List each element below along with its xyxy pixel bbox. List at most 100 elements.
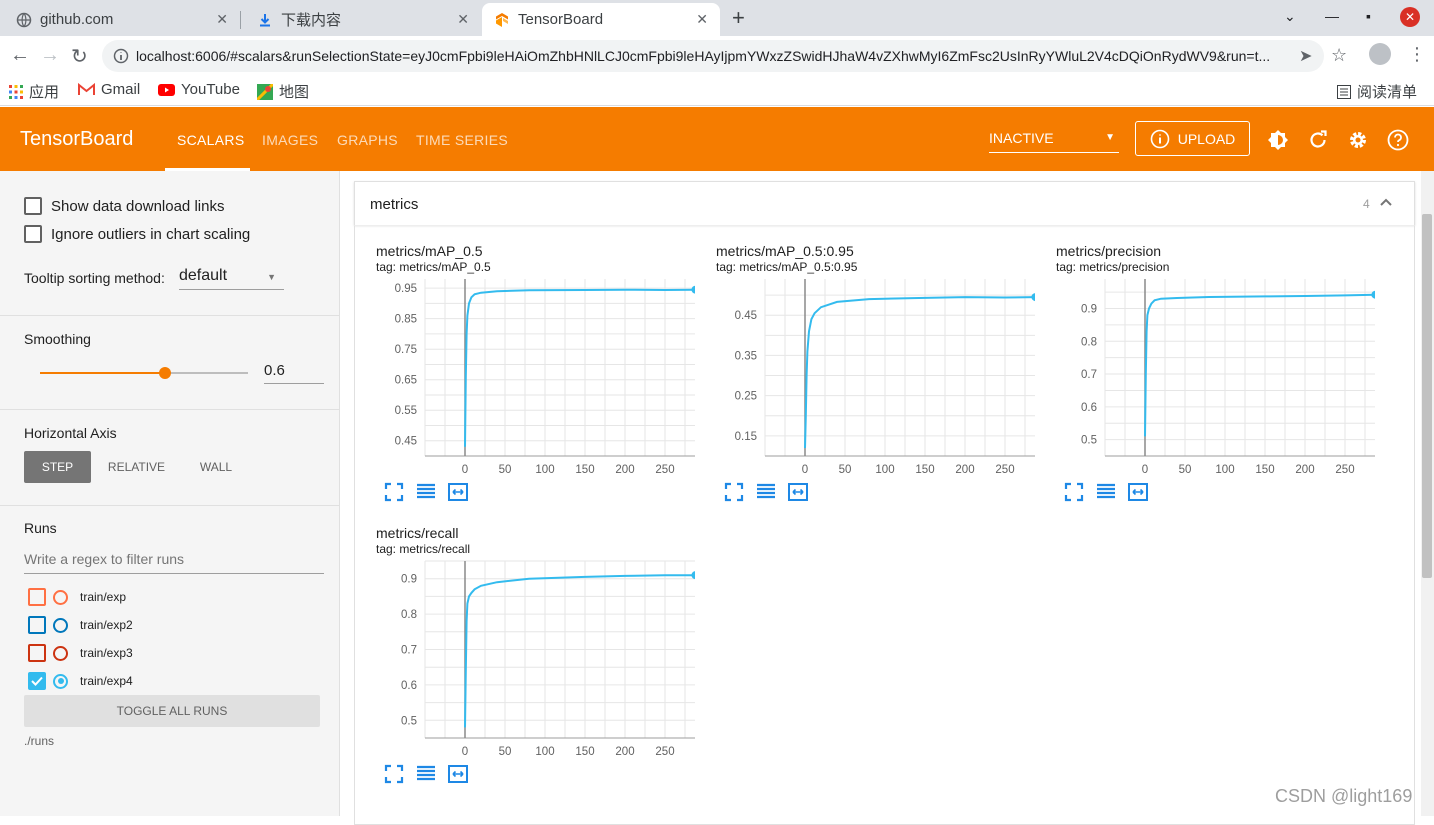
check-icon xyxy=(31,676,43,686)
fullscreen-icon[interactable] xyxy=(1063,481,1085,503)
fit-domain-icon[interactable] xyxy=(447,763,469,785)
axis-step-button[interactable]: STEP xyxy=(24,451,91,483)
profile-avatar-icon[interactable] xyxy=(1369,43,1391,65)
line-chart[interactable]: 0 50 100 150 200 250 0.5 0.6 0.7 0.8 0.9 xyxy=(1035,271,1375,481)
toggle-y-log-icon[interactable] xyxy=(415,481,437,503)
tab-images[interactable]: IMAGES xyxy=(262,132,318,148)
fullscreen-icon[interactable] xyxy=(383,481,405,503)
close-tab-icon[interactable]: ✕ xyxy=(696,11,708,28)
line-chart[interactable]: 0 50 100 150 200 250 0.45 0.55 0.65 0.75 0.85 0.95 xyxy=(355,271,695,481)
scrollbar-thumb[interactable] xyxy=(1422,214,1432,578)
x-tick-label: 50 xyxy=(1179,464,1192,476)
run-name: train/exp xyxy=(80,590,127,604)
axis-relative-button[interactable]: RELATIVE xyxy=(99,451,174,483)
run-color-radio-selected[interactable] xyxy=(53,673,68,689)
send-to-devices-icon[interactable]: ➤ xyxy=(1299,46,1312,66)
address-bar[interactable]: localhost:6006/#scalars&runSelectionStat… xyxy=(102,40,1324,72)
smoothing-slider-thumb[interactable] xyxy=(159,367,171,379)
toggle-all-runs-button[interactable]: TOGGLE ALL RUNS xyxy=(24,695,320,727)
smoothing-slider-fill xyxy=(40,372,165,374)
upload-button[interactable]: UPLOAD xyxy=(1135,121,1250,156)
bookmark-apps[interactable]: 应用 xyxy=(9,81,59,102)
run-item-exp4[interactable]: train/exp4 xyxy=(28,672,133,690)
run-item-exp[interactable]: train/exp xyxy=(28,588,126,606)
series-line xyxy=(804,296,1035,449)
reading-list[interactable]: 阅读清单 xyxy=(1337,81,1417,102)
close-tab-icon[interactable]: ✕ xyxy=(216,11,228,28)
toggle-y-log-icon[interactable] xyxy=(1095,481,1117,503)
run-checkbox-checked[interactable] xyxy=(28,672,46,690)
close-window-icon[interactable]: ✕ xyxy=(1400,7,1420,27)
browser-tab-tensorboard[interactable]: TensorBoard ✕ xyxy=(482,3,720,36)
minimize-icon[interactable]: — xyxy=(1325,8,1339,24)
run-item-exp2[interactable]: train/exp2 xyxy=(28,616,133,634)
smoothing-input[interactable]: 0.6 xyxy=(264,362,324,384)
dropdown-arrow-icon: ▼ xyxy=(267,272,276,282)
maximize-icon[interactable]: ▪ xyxy=(1366,8,1371,24)
browser-tab-github[interactable]: github.com ✕ xyxy=(0,3,240,36)
run-color-radio[interactable] xyxy=(53,617,68,633)
chart-actions xyxy=(723,481,809,503)
fullscreen-icon[interactable] xyxy=(383,763,405,785)
fullscreen-icon[interactable] xyxy=(723,481,745,503)
forward-icon[interactable]: → xyxy=(40,44,60,67)
info-icon[interactable] xyxy=(113,48,129,64)
back-icon[interactable]: ← xyxy=(10,44,30,67)
browser-tab-downloads[interactable]: 下载内容 ✕ xyxy=(241,3,481,36)
line-chart[interactable]: 0 50 100 150 200 250 0.5 0.6 0.7 0.8 0.9 xyxy=(355,553,695,763)
address-url[interactable]: localhost:6006/#scalars&runSelectionStat… xyxy=(136,48,1286,64)
more-menu-icon[interactable]: ⋮ xyxy=(1408,44,1426,65)
x-tick-label: 150 xyxy=(575,746,594,758)
help-icon[interactable] xyxy=(1387,129,1409,151)
line-chart[interactable]: 0 50 100 150 200 250 0.15 0.25 0.35 0.45 xyxy=(695,271,1035,481)
bookmark-maps[interactable]: 地图 xyxy=(257,81,309,102)
chevron-up-icon[interactable] xyxy=(1379,197,1393,207)
y-tick-label: 0.65 xyxy=(395,375,417,387)
y-tick-label: 0.6 xyxy=(1081,402,1097,414)
checkbox-box[interactable] xyxy=(24,225,42,243)
settings-gear-icon[interactable] xyxy=(1347,129,1369,151)
maps-icon xyxy=(257,83,273,100)
fit-domain-icon[interactable] xyxy=(787,481,809,503)
run-color-radio[interactable] xyxy=(53,645,68,661)
tab-scalars[interactable]: SCALARS xyxy=(177,132,244,148)
tooltip-sorting-select[interactable]: default ▼ xyxy=(179,267,284,290)
toggle-y-log-icon[interactable] xyxy=(415,763,437,785)
run-item-exp3[interactable]: train/exp3 xyxy=(28,644,133,662)
tensorboard-logo-icon xyxy=(496,12,508,27)
ignore-outliers-checkbox[interactable]: Ignore outliers in chart scaling xyxy=(24,225,250,243)
close-tab-icon[interactable]: ✕ xyxy=(457,11,469,28)
reload-data-icon[interactable] xyxy=(1307,129,1329,151)
new-tab-icon[interactable]: + xyxy=(732,5,745,31)
bookmark-youtube[interactable]: YouTube xyxy=(158,81,240,98)
fit-domain-icon[interactable] xyxy=(1127,481,1149,503)
series-line xyxy=(464,288,695,447)
x-tick-label: 0 xyxy=(462,464,468,476)
sidebar: Show data download links Ignore outliers… xyxy=(0,171,340,816)
tab-graphs[interactable]: GRAPHS xyxy=(337,132,398,148)
toggle-y-log-icon[interactable] xyxy=(755,481,777,503)
run-checkbox[interactable] xyxy=(28,644,46,662)
metrics-group-header[interactable]: metrics 4 xyxy=(354,181,1415,225)
bookmark-gmail[interactable]: Gmail xyxy=(78,81,140,98)
axis-wall-button[interactable]: WALL xyxy=(186,451,246,483)
x-tick-label: 200 xyxy=(1295,464,1314,476)
run-checkbox[interactable] xyxy=(28,588,46,606)
fit-domain-icon[interactable] xyxy=(447,481,469,503)
run-color-radio[interactable] xyxy=(53,589,68,605)
info-icon xyxy=(1150,129,1170,148)
runs-filter-input[interactable]: Write a regex to filter runs xyxy=(24,551,324,574)
dark-mode-toggle-icon[interactable] xyxy=(1267,129,1289,151)
show-download-links-checkbox[interactable]: Show data download links xyxy=(24,197,224,215)
checkbox-box[interactable] xyxy=(24,197,42,215)
bookmark-star-icon[interactable]: ☆ xyxy=(1331,45,1347,66)
chart-title: metrics/mAP_0.5:0.95 xyxy=(716,243,854,259)
tab-time-series[interactable]: TIME SERIES xyxy=(416,132,508,148)
plugin-selector[interactable]: INACTIVE ▼ xyxy=(989,130,1119,153)
run-checkbox[interactable] xyxy=(28,616,46,634)
tab-search-icon[interactable]: ⌄ xyxy=(1284,8,1296,25)
x-tick-label: 0 xyxy=(802,464,808,476)
chart-actions xyxy=(1063,481,1149,503)
reload-icon[interactable]: ↻ xyxy=(71,44,88,69)
dropdown-arrow-icon: ▼ xyxy=(1105,132,1115,143)
